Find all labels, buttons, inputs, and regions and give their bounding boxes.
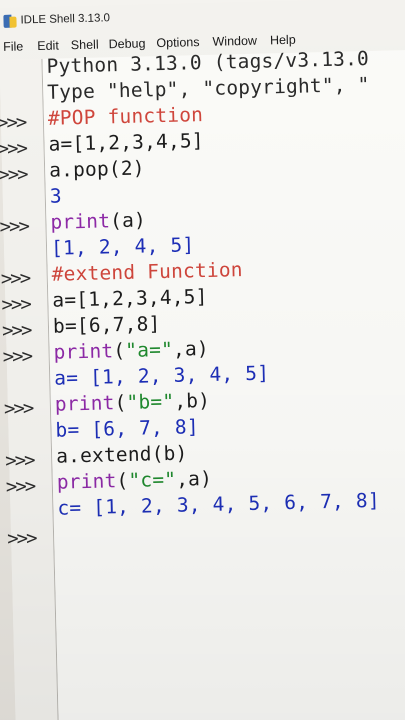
menu-window[interactable]: Window xyxy=(212,34,257,49)
code-line: print("c=",a) xyxy=(56,466,213,494)
prompt-marker: >>> xyxy=(6,527,36,550)
menu-debug[interactable]: Debug xyxy=(108,36,145,51)
code-line-comment: #POP function xyxy=(47,103,204,130)
output-line: b= [6, 7, 8] xyxy=(55,415,200,442)
code-line: a.extend(b) xyxy=(55,441,188,468)
menu-shell[interactable]: Shell xyxy=(71,38,99,53)
menu-edit[interactable]: Edit xyxy=(37,39,59,54)
code-line: b=[6,7,8] xyxy=(52,312,161,338)
code-line: print("b=",b) xyxy=(54,388,211,416)
output-line: [1, 2, 4, 5] xyxy=(50,233,195,260)
window-title: IDLE Shell 3.13.0 xyxy=(20,12,111,27)
code-line: a=[1,2,3,4,5] xyxy=(48,129,205,156)
menu-file[interactable]: File xyxy=(3,39,23,53)
prompt-marker: >>> xyxy=(0,267,30,291)
prompt-marker: >>> xyxy=(0,137,27,161)
menu-help[interactable]: Help xyxy=(270,33,296,48)
prompt-marker: >>> xyxy=(1,293,31,317)
code-line: a.pop(2) xyxy=(48,156,145,182)
prompt-marker: >>> xyxy=(2,345,32,368)
photo-of-screen: IDLE Shell 3.13.0 File Edit Shell Debug … xyxy=(0,0,405,720)
output-line: 3 xyxy=(49,184,63,208)
prompt-marker: >>> xyxy=(0,111,26,135)
code-line: print("a=",a) xyxy=(53,336,210,364)
prompt-marker: >>> xyxy=(1,319,31,342)
idle-shell-window: IDLE Shell 3.13.0 File Edit Shell Debug … xyxy=(0,0,405,720)
code-line: a=[1,2,3,4,5] xyxy=(52,284,208,312)
menu-options[interactable]: Options xyxy=(156,35,199,50)
python-idle-icon xyxy=(3,14,17,28)
prompt-marker: >>> xyxy=(5,475,35,498)
prompt-marker: >>> xyxy=(0,163,27,187)
code-line-comment: #extend Function xyxy=(51,258,243,286)
code-line: print(a) xyxy=(50,208,147,234)
prompt-marker: >>> xyxy=(3,397,33,420)
prompt-marker: >>> xyxy=(0,215,29,239)
prompt-marker: >>> xyxy=(4,449,34,472)
